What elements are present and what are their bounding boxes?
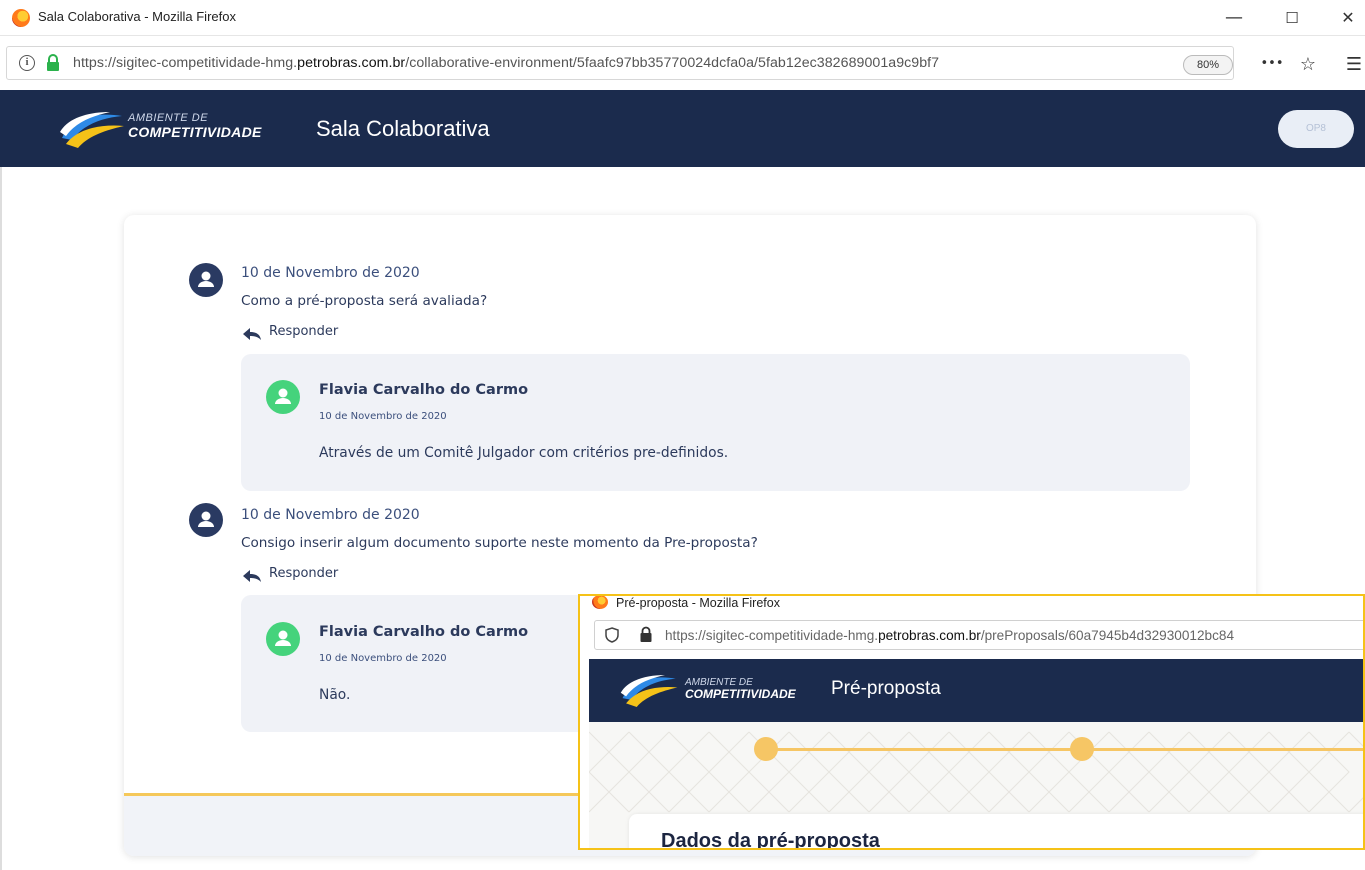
reply-arrow-icon[interactable] bbox=[242, 569, 262, 583]
preproposal-window-overlay: Pré-proposta - Mozilla Firefox https://s… bbox=[578, 594, 1365, 850]
minimize-button[interactable]: — bbox=[1222, 6, 1246, 30]
brand-subtitle: AMBIENTE DE bbox=[128, 112, 209, 124]
question-text: Consigo inserir algum documento suporte … bbox=[241, 535, 758, 551]
zoom-level-badge[interactable]: 80% bbox=[1183, 55, 1233, 75]
progress-step-dot[interactable] bbox=[754, 737, 778, 761]
brand-logo[interactable]: AMBIENTE DE COMPETITIVIDADE bbox=[58, 108, 278, 152]
bookmark-star-icon[interactable]: ☆ bbox=[1296, 54, 1320, 75]
answer-date: 10 de Novembro de 2020 bbox=[319, 653, 447, 664]
reply-link[interactable]: Responder bbox=[269, 324, 338, 339]
overlay-address-bar[interactable]: https://sigitec-competitividade-hmg.petr… bbox=[594, 620, 1363, 650]
window-title-bar: Sala Colaborativa - Mozilla Firefox — ☐ … bbox=[0, 0, 1365, 36]
answer-author-avatar bbox=[266, 380, 300, 414]
overlay-window-title: Pré-proposta - Mozilla Firefox bbox=[616, 596, 780, 610]
address-bar[interactable]: i https://sigitec-competitividade-hmg.pe… bbox=[6, 46, 1234, 80]
answer-box: Flavia Carvalho do Carmo 10 de Novembro … bbox=[241, 354, 1190, 491]
progress-stepper-line bbox=[766, 748, 1363, 751]
user-icon bbox=[198, 511, 214, 527]
question-text: Como a pré-proposta será avaliada? bbox=[241, 293, 488, 309]
answer-date: 10 de Novembro de 2020 bbox=[319, 411, 447, 422]
question-date: 10 de Novembro de 2020 bbox=[241, 507, 420, 523]
overlay-page-title: Pré-proposta bbox=[831, 678, 941, 699]
shield-icon[interactable] bbox=[605, 627, 619, 643]
left-window-border bbox=[0, 167, 2, 870]
firefox-logo-icon bbox=[12, 9, 30, 27]
answer-author-name: Flavia Carvalho do Carmo bbox=[319, 624, 529, 640]
brand-swoosh-icon bbox=[60, 112, 124, 148]
question-date: 10 de Novembro de 2020 bbox=[241, 265, 420, 281]
question-author-avatar bbox=[189, 503, 223, 537]
reply-arrow-icon[interactable] bbox=[242, 327, 262, 341]
lock-icon bbox=[640, 626, 652, 642]
brand-name: COMPETITIVIDADE bbox=[128, 124, 262, 140]
firefox-logo-icon bbox=[592, 596, 608, 609]
overlay-page-body: Dados da pré-proposta bbox=[589, 722, 1363, 850]
answer-text: Através de um Comitê Julgador com critér… bbox=[319, 445, 729, 461]
maximize-button[interactable]: ☐ bbox=[1280, 6, 1304, 30]
reply-link[interactable]: Responder bbox=[269, 566, 338, 581]
question-author-avatar bbox=[189, 263, 223, 297]
lock-icon bbox=[47, 54, 59, 71]
answer-author-name: Flavia Carvalho do Carmo bbox=[319, 382, 529, 398]
close-window-button[interactable]: ✕ bbox=[1336, 6, 1360, 30]
page-actions-icon[interactable]: ••• bbox=[1260, 56, 1284, 71]
brand-name: COMPETITIVIDADE bbox=[685, 687, 796, 701]
answer-text: Não. bbox=[319, 687, 351, 703]
window-title: Sala Colaborativa - Mozilla Firefox bbox=[38, 9, 236, 24]
user-badge-button[interactable]: OP8 bbox=[1278, 110, 1354, 148]
user-icon bbox=[275, 388, 291, 404]
progress-step-dot[interactable] bbox=[1070, 737, 1094, 761]
hamburger-menu-icon[interactable]: ☰ bbox=[1342, 54, 1365, 75]
brand-swoosh-icon bbox=[620, 675, 678, 707]
overlay-section-title: Dados da pré-proposta bbox=[661, 830, 880, 850]
page-title: Sala Colaborativa bbox=[316, 116, 490, 141]
app-header: AMBIENTE DE COMPETITIVIDADE Sala Colabor… bbox=[0, 90, 1365, 167]
info-icon[interactable]: i bbox=[19, 55, 35, 71]
overlay-form-card: Dados da pré-proposta bbox=[629, 814, 1363, 850]
overlay-app-header: AMBIENTE DE COMPETITIVIDADE Pré-proposta bbox=[589, 659, 1363, 722]
url-text[interactable]: https://sigitec-competitividade-hmg.petr… bbox=[73, 55, 939, 71]
user-icon bbox=[198, 271, 214, 287]
overlay-url-text[interactable]: https://sigitec-competitividade-hmg.petr… bbox=[665, 628, 1234, 643]
user-icon bbox=[275, 630, 291, 646]
answer-author-avatar bbox=[266, 622, 300, 656]
